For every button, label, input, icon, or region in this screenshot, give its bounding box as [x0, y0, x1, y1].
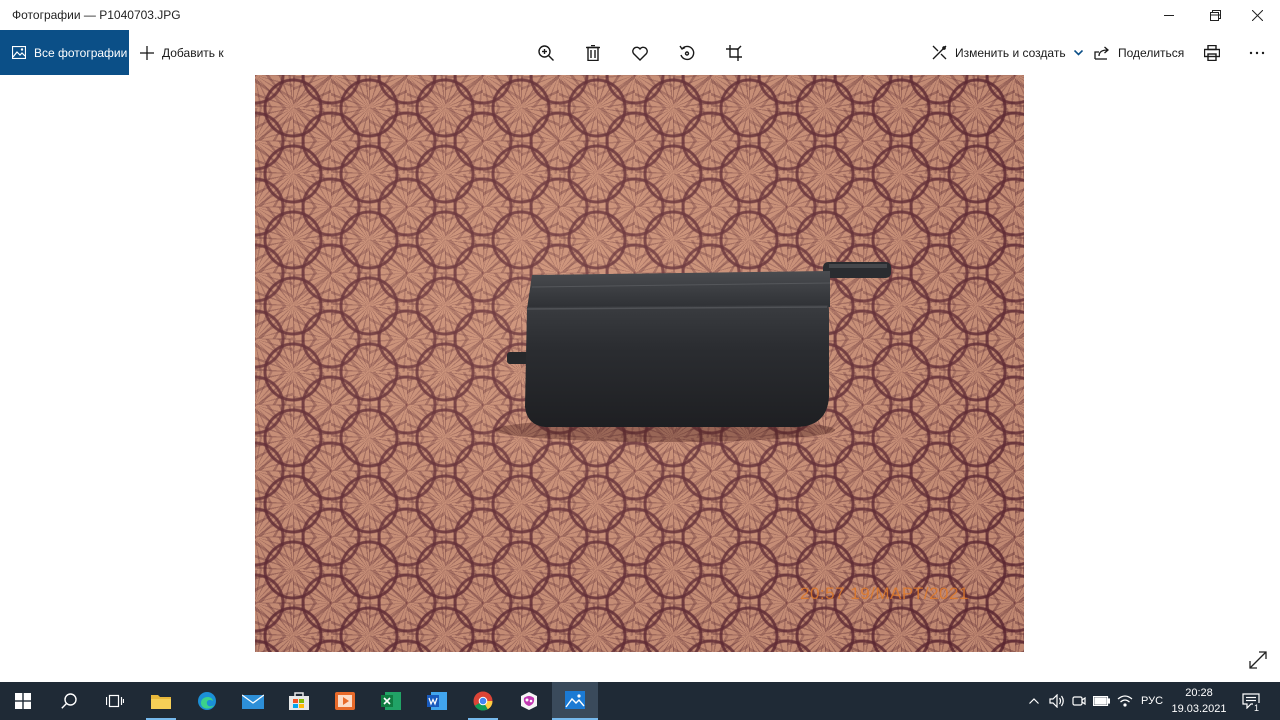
network-button[interactable]: [1114, 682, 1136, 720]
action-center-button[interactable]: 1: [1236, 682, 1266, 720]
close-icon: [1251, 9, 1263, 21]
zoom-button[interactable]: [533, 40, 559, 66]
plastic-part-object: [495, 262, 891, 442]
battery-icon: [1092, 696, 1110, 706]
crop-button[interactable]: [721, 40, 747, 66]
all-photos-button[interactable]: Все фотографии: [0, 30, 129, 75]
language-indicator[interactable]: РУС: [1137, 682, 1167, 720]
restore-button[interactable]: [1192, 0, 1238, 30]
chrome-icon: [473, 691, 493, 711]
file-explorer-button[interactable]: [138, 682, 184, 720]
photos-taskbar-button[interactable]: [552, 682, 598, 720]
all-photos-label: Все фотографии: [34, 45, 128, 60]
volume-button[interactable]: [1046, 682, 1068, 720]
title-bar: Фотографии — P1040703.JPG: [0, 0, 1280, 30]
language-label: РУС: [1140, 695, 1164, 707]
paint3d-button[interactable]: [506, 682, 552, 720]
start-icon: [15, 693, 31, 709]
print-icon: [1204, 45, 1220, 61]
share-button[interactable]: Поделиться: [1094, 30, 1184, 75]
window-title: Фотографии — P1040703.JPG: [12, 8, 181, 22]
notification-badge: 1: [1253, 703, 1261, 713]
print-button[interactable]: [1199, 40, 1225, 66]
clock[interactable]: 20:28 19.03.2021: [1168, 685, 1230, 717]
close-button[interactable]: [1234, 0, 1280, 30]
zoom-icon: [538, 45, 554, 61]
media-player-button[interactable]: [322, 682, 368, 720]
rotate-button[interactable]: [674, 40, 700, 66]
edge-icon: [198, 692, 216, 710]
paint3d-icon: [521, 692, 537, 710]
photos-icon: [12, 46, 26, 59]
share-label: Поделиться: [1118, 45, 1185, 60]
store-button[interactable]: [276, 682, 322, 720]
volume-icon: [1049, 694, 1064, 708]
mail-button[interactable]: [230, 682, 276, 720]
chrome-button[interactable]: [460, 682, 506, 720]
show-hidden-icons-button[interactable]: [1024, 682, 1044, 720]
edit-create-label: Изменить и создать: [955, 45, 1066, 60]
plus-icon: [140, 45, 154, 60]
excel-button[interactable]: [368, 682, 414, 720]
clock-date: 19.03.2021: [1171, 703, 1227, 715]
minimize-button-area[interactable]: [1146, 0, 1192, 30]
search-icon: [61, 693, 77, 709]
taskbar: РУС 20:28 19.03.2021 1: [0, 682, 1280, 720]
date-stamp: 20:57 19/МАРТ/2021: [800, 584, 969, 603]
wifi-icon: [1117, 695, 1133, 707]
add-to-button[interactable]: Добавить к: [140, 30, 224, 75]
app-toolbar: Все фотографии Добавить к Изменить и соз…: [0, 30, 1280, 75]
edit-icon: [932, 45, 947, 60]
clock-time: 20:28: [1185, 687, 1213, 699]
word-icon: [427, 692, 447, 710]
favorite-button[interactable]: [627, 40, 653, 66]
photo-viewer-image[interactable]: 20:57 19/МАРТ/2021: [255, 75, 1024, 652]
crop-icon: [726, 45, 742, 61]
mail-icon: [242, 694, 264, 709]
rotate-icon: [679, 45, 695, 61]
task-view-button[interactable]: [92, 682, 138, 720]
meet-now-button[interactable]: [1069, 682, 1089, 720]
favorite-icon: [632, 46, 648, 61]
camera-icon: [1072, 696, 1086, 706]
more-icon: [1249, 51, 1265, 55]
search-button[interactable]: [46, 682, 92, 720]
restore-icon: [1209, 9, 1221, 21]
delete-button[interactable]: [580, 40, 606, 66]
store-icon: [289, 692, 309, 710]
edit-create-button[interactable]: Изменить и создать: [932, 30, 1083, 75]
delete-icon: [586, 45, 600, 61]
add-to-label: Добавить к: [162, 45, 224, 60]
excel-icon: [381, 692, 401, 710]
task-view-icon: [106, 694, 124, 708]
expand-icon: [1249, 651, 1267, 669]
more-button[interactable]: [1244, 40, 1270, 66]
fullscreen-button[interactable]: [1246, 648, 1270, 672]
battery-button[interactable]: [1090, 682, 1112, 720]
photos-icon: [565, 691, 585, 709]
file-explorer-icon: [151, 695, 171, 709]
word-button[interactable]: [414, 682, 460, 720]
share-icon: [1094, 46, 1109, 60]
edge-button[interactable]: [184, 682, 230, 720]
chevron-up-icon: [1029, 698, 1039, 704]
start-button[interactable]: [0, 682, 46, 720]
minimize-icon: [1164, 15, 1174, 16]
media-player-icon: [335, 692, 355, 710]
chevron-down-icon: [1073, 49, 1083, 56]
